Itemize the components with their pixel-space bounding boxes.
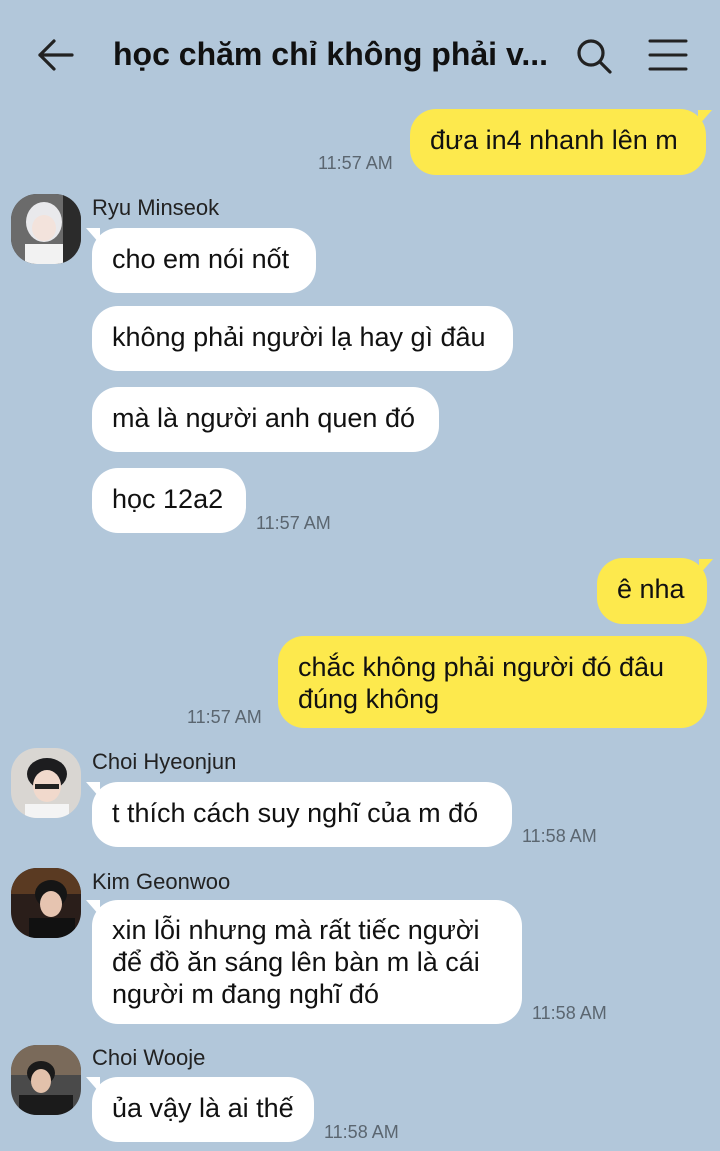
search-button[interactable] bbox=[572, 34, 616, 78]
their-message-bubble[interactable]: ủa vậy là ai thế bbox=[92, 1077, 314, 1142]
avatar[interactable] bbox=[11, 868, 81, 938]
their-message-bubble[interactable]: cho em nói nốt bbox=[92, 228, 316, 293]
avatar[interactable] bbox=[11, 1045, 81, 1115]
message-time: 11:58 AM bbox=[522, 826, 597, 846]
message-time: 11:58 AM bbox=[532, 1003, 607, 1023]
their-message-bubble[interactable]: không phải người lạ hay gì đâu bbox=[92, 306, 513, 371]
their-message-bubble[interactable]: học 12a2 bbox=[92, 468, 246, 533]
message-time: 11:57 AM bbox=[187, 707, 262, 727]
back-button[interactable] bbox=[34, 33, 78, 77]
avatar[interactable] bbox=[11, 194, 81, 264]
sender-name: Kim Geonwoo bbox=[92, 869, 231, 894]
message-time: 11:57 AM bbox=[256, 513, 331, 533]
arrow-left-icon bbox=[38, 39, 74, 71]
my-message-bubble[interactable]: ê nha bbox=[597, 558, 707, 624]
my-message-bubble[interactable]: đưa in4 nhanh lên m bbox=[410, 109, 706, 175]
their-message-bubble[interactable]: xin lỗi nhưng mà rất tiếc người để đồ ăn… bbox=[92, 900, 522, 1024]
bubble-tail bbox=[699, 559, 713, 575]
sender-name: Ryu Minseok bbox=[92, 195, 220, 220]
their-message-bubble[interactable]: mà là người anh quen đó bbox=[92, 387, 439, 452]
my-message-bubble[interactable]: chắc không phải người đó đâu đúng không bbox=[278, 636, 707, 728]
menu-button[interactable] bbox=[645, 34, 691, 76]
sender-name: Choi Hyeonjun bbox=[92, 749, 237, 774]
their-message-bubble[interactable]: t thích cách suy nghĩ của m đó bbox=[92, 782, 512, 847]
bubble-tail bbox=[698, 110, 712, 126]
chat-header: học chăm chỉ không phải v... bbox=[0, 0, 720, 106]
search-icon bbox=[577, 39, 612, 74]
hamburger-menu-icon bbox=[648, 39, 688, 71]
sender-name: Choi Wooje bbox=[92, 1045, 206, 1070]
message-time: 11:58 AM bbox=[324, 1122, 399, 1142]
chat-title: học chăm chỉ không phải v... bbox=[113, 36, 549, 72]
message-time: 11:57 AM bbox=[318, 153, 393, 173]
avatar[interactable] bbox=[11, 748, 81, 818]
